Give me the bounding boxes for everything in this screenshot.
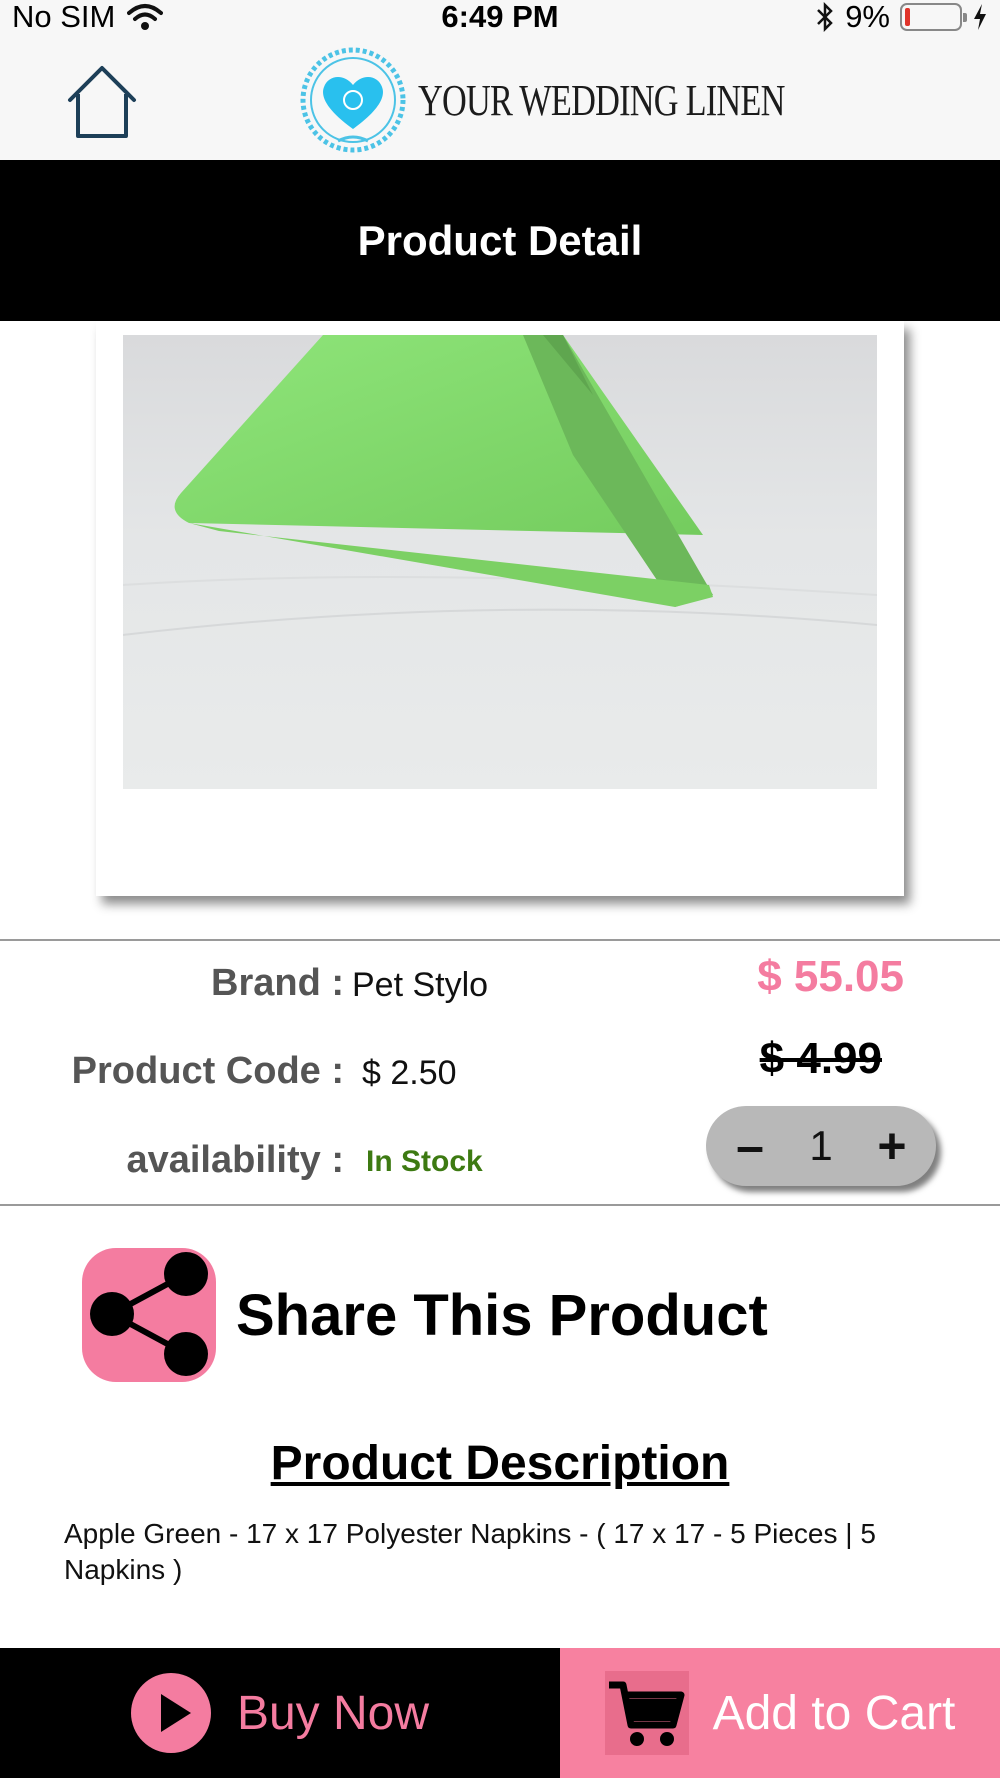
add-to-cart-label: Add to Cart <box>712 1686 956 1740</box>
buy-now-button[interactable]: Buy Now <box>0 1648 560 1778</box>
price: $ 55.05 <box>757 952 904 1001</box>
battery-level <box>905 8 910 26</box>
logo-text: YOUR WEDDING LINEN <box>418 75 785 125</box>
availability-value: In Stock <box>366 1145 483 1178</box>
status-right: 9% <box>815 0 988 34</box>
product-code-value: $ 2.50 <box>362 1054 457 1092</box>
original-price: $ 4.99 <box>759 1034 882 1083</box>
charging-icon <box>974 4 986 30</box>
increase-quantity-button[interactable]: + <box>868 1117 916 1175</box>
page-title: Product Detail <box>357 216 643 264</box>
product-image-card <box>96 321 904 896</box>
heart-logo-icon <box>300 47 406 153</box>
product-image[interactable] <box>123 335 877 789</box>
add-to-cart-button[interactable]: Add to Cart <box>560 1648 1000 1778</box>
divider-top <box>0 939 1000 941</box>
share-label[interactable]: Share This Product <box>236 1282 768 1349</box>
battery-percent: 9% <box>845 0 890 34</box>
availability-label: availability : <box>126 1139 344 1181</box>
product-code-label: Product Code : <box>71 1050 344 1092</box>
description-title: Product Description <box>270 1437 730 1490</box>
battery-icon <box>900 3 967 31</box>
share-icon[interactable] <box>82 1248 216 1382</box>
status-bar: No SIM 6:49 PM 9% <box>0 0 1000 34</box>
cart-icon <box>604 1671 689 1755</box>
decrease-quantity-button[interactable]: – <box>726 1117 774 1175</box>
bottom-action-bar: Buy Now Add to Cart <box>0 1648 1000 1778</box>
play-icon <box>130 1673 211 1753</box>
buy-now-label: Buy Now <box>236 1686 430 1740</box>
app-header: YOUR WEDDING LINEN <box>0 34 1000 160</box>
description-body: Apple Green - 17 x 17 Polyester Napkins … <box>64 1518 876 1585</box>
brand-label: Brand : <box>211 962 344 1004</box>
brand-logo: YOUR WEDDING LINEN <box>298 44 888 156</box>
page-title-bar: Product Detail <box>0 160 1000 321</box>
home-icon[interactable] <box>64 64 140 140</box>
brand-value: Pet Stylo <box>352 966 489 1004</box>
divider-bottom <box>0 1204 1000 1206</box>
quantity-value: 1 <box>809 1122 833 1169</box>
quantity-stepper: – 1 + <box>706 1106 936 1186</box>
bluetooth-icon <box>817 2 833 32</box>
share-glyph-icon <box>90 1252 208 1376</box>
